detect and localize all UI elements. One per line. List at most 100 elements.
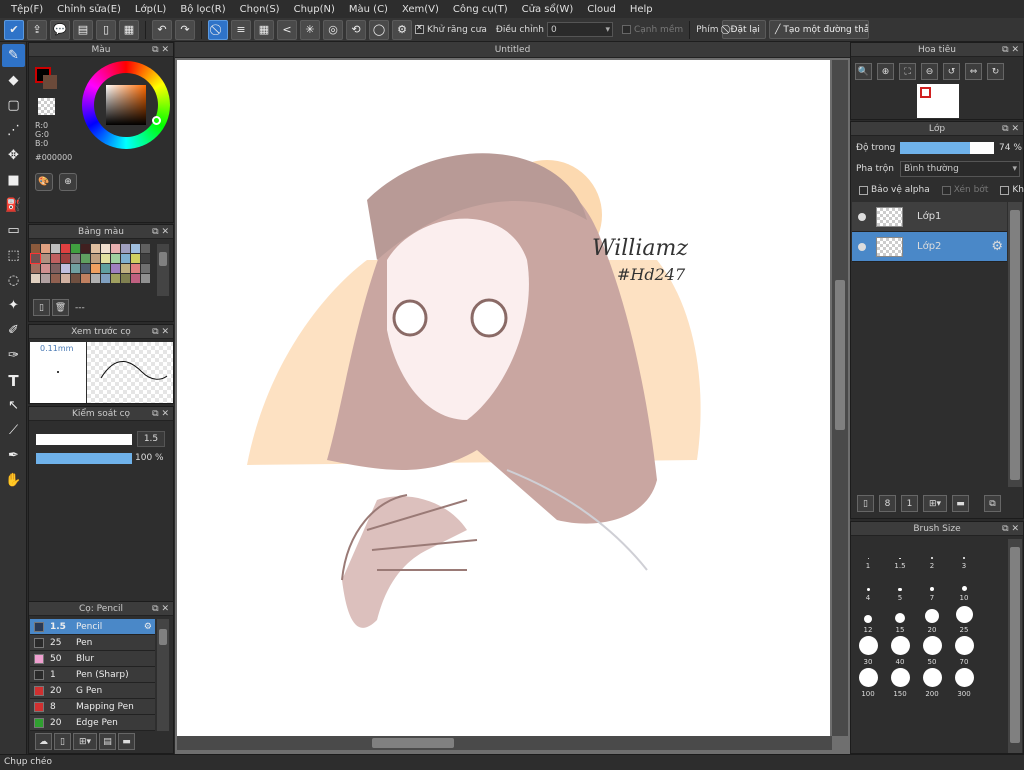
brush-size-cell[interactable]: 100 — [852, 667, 884, 699]
delete-palette-icon[interactable]: 🗑 — [52, 299, 69, 316]
palette-swatch[interactable] — [101, 244, 110, 253]
palette-swatch[interactable] — [111, 264, 120, 273]
layer-row-1[interactable]: Lớp1 — [852, 202, 1007, 232]
add-brush-icon[interactable]: ⊞▾ — [73, 733, 97, 750]
protect-alpha-option[interactable]: Bảo vệ alpha — [859, 185, 930, 195]
brush-size-cell[interactable]: 150 — [884, 667, 916, 699]
cloud-brush-icon[interactable]: ☁ — [35, 733, 52, 750]
palette-swatch[interactable] — [51, 274, 60, 283]
hue-handle[interactable] — [152, 116, 161, 125]
reset-button[interactable]: ⃠Đặt lại — [721, 20, 766, 39]
palette-swatch[interactable] — [81, 254, 90, 263]
undo-icon[interactable]: ↶ — [152, 19, 172, 40]
menu-item-9[interactable]: Cửa sổ(W) — [515, 4, 581, 15]
palette-swatch[interactable] — [30, 253, 41, 264]
brush-row[interactable]: 25 Pen — [30, 635, 155, 651]
palette-swatch[interactable] — [71, 264, 80, 273]
panel-controls-icon[interactable]: ⧉ ✕ — [152, 325, 169, 339]
palette-swatch[interactable] — [31, 244, 40, 253]
new-layer-icon[interactable]: ▯ — [857, 495, 874, 512]
brush-size-cell[interactable]: 5 — [884, 571, 916, 603]
menu-item-10[interactable]: Cloud — [580, 4, 623, 15]
layer-folder-icon[interactable]: ▬ — [952, 495, 969, 512]
make-line-button[interactable]: ╱Tạo một đường thẳng — [768, 20, 869, 39]
brush-size-cell[interactable]: 7 — [916, 571, 948, 603]
palette-swatch[interactable] — [141, 254, 150, 263]
visibility-icon[interactable] — [858, 242, 866, 251]
fill-rect-tool-icon[interactable]: ■ — [2, 169, 25, 192]
brush-row[interactable]: 8 Mapping Pen — [30, 699, 155, 715]
layer-settings-icon[interactable]: ⚙ — [991, 239, 1003, 254]
brush-settings-gear-icon[interactable]: ⚙ — [144, 622, 152, 632]
rotate-left-icon[interactable]: ↺ — [943, 63, 960, 80]
palette-swatch[interactable] — [101, 254, 110, 263]
correction-select[interactable]: 0 — [546, 22, 613, 37]
panel-controls-icon[interactable]: ⧉ ✕ — [152, 602, 169, 616]
new-brush-icon[interactable]: ▯ — [54, 733, 71, 750]
document-tab[interactable]: Untitled — [175, 42, 850, 58]
palette-swatch[interactable] — [61, 274, 70, 283]
brush-settings-icon[interactable]: ▤ — [99, 733, 116, 750]
rotate-right-icon[interactable]: ↻ — [987, 63, 1004, 80]
palette-swatch[interactable] — [131, 244, 140, 253]
zoom-icon[interactable]: 🔍 — [855, 63, 872, 80]
new-palette-icon[interactable]: ▯ — [33, 299, 50, 316]
cloud-icon[interactable]: ✔ — [4, 19, 24, 40]
menu-item-1[interactable]: Chỉnh sửa(E) — [50, 4, 128, 15]
menu-item-6[interactable]: Màu (C) — [342, 4, 395, 15]
panel-controls-icon[interactable]: ⧉ ✕ — [1002, 43, 1019, 57]
navigator-thumbnail[interactable] — [917, 84, 959, 118]
antialias-checkbox[interactable] — [415, 23, 424, 34]
menu-item-2[interactable]: Lớp(L) — [128, 4, 173, 15]
hand-tool-icon[interactable]: ✋ — [2, 469, 25, 492]
background-color[interactable] — [43, 75, 57, 89]
redo-icon[interactable]: ↷ — [175, 19, 195, 40]
palette-swatch[interactable] — [51, 244, 60, 253]
layer-opacity-slider[interactable] — [900, 142, 994, 154]
palette-add-icon[interactable]: ⊕ — [59, 173, 77, 191]
text-tool-icon[interactable]: T — [2, 369, 25, 392]
palette-swatch[interactable] — [141, 274, 150, 283]
eraser-tool-icon[interactable]: ◆ — [2, 69, 25, 92]
brush-opacity-slider[interactable] — [36, 453, 132, 464]
chat-icon[interactable]: 💬 — [50, 19, 70, 40]
menu-item-5[interactable]: Chụp(N) — [287, 4, 342, 15]
palette-swatch[interactable] — [41, 274, 50, 283]
menu-item-7[interactable]: Xem(V) — [395, 4, 446, 15]
canvas-horizontal-scrollbar[interactable] — [177, 736, 832, 750]
brush-size-cell[interactable]: 4 — [852, 571, 884, 603]
gradient-tool-icon[interactable]: ▭ — [2, 219, 25, 242]
snap-vanish-icon[interactable]: < — [277, 19, 297, 40]
fit-icon[interactable]: ⛶ — [899, 63, 916, 80]
move-tool-icon[interactable]: ✥ — [2, 144, 25, 167]
brush-size-cell[interactable]: 25 — [948, 603, 980, 635]
palette-swatch[interactable] — [51, 264, 60, 273]
snap-circle-icon[interactable]: ◎ — [323, 19, 343, 40]
palette-swatch[interactable] — [141, 244, 150, 253]
soft-edge-checkbox[interactable] — [621, 25, 631, 34]
message-icon[interactable]: ▤ — [73, 19, 93, 40]
saturation-box[interactable] — [106, 85, 146, 125]
layer-row-2[interactable]: Lớp2 ⚙ — [852, 232, 1007, 262]
snap-grid-icon[interactable]: ▦ — [254, 19, 274, 40]
brush-row[interactable]: 20 G Pen — [30, 683, 155, 699]
brush-size-cell[interactable]: 40 — [884, 635, 916, 667]
snap-ellipse-icon[interactable]: ◯ — [369, 19, 389, 40]
drawing-canvas[interactable]: Williamz #Hd247 — [177, 60, 830, 736]
zoom-out-icon[interactable]: ⊖ — [921, 63, 938, 80]
lasso-tool-icon[interactable]: ◌ — [2, 269, 25, 292]
select-pen-tool-icon[interactable]: ✐ — [2, 319, 25, 342]
palette-scrollbar[interactable] — [157, 244, 169, 296]
grid-icon[interactable]: ▦ — [119, 19, 139, 40]
divide-tool-icon[interactable]: ⟋ — [2, 419, 25, 442]
panel-controls-icon[interactable]: ⧉ ✕ — [152, 225, 169, 239]
brush-size-cell[interactable]: 1.5 — [884, 539, 916, 571]
palette-swatch[interactable] — [71, 254, 80, 263]
brush-size-cell[interactable]: 300 — [948, 667, 980, 699]
brush-row[interactable]: 50 Blur — [30, 651, 155, 667]
palette-swatch[interactable] — [41, 264, 50, 273]
menu-item-8[interactable]: Công cụ(T) — [446, 4, 515, 15]
palette-swatch[interactable] — [71, 274, 80, 283]
palette-swatch[interactable] — [111, 274, 120, 283]
brush-size-value[interactable]: 1.5 — [137, 431, 165, 447]
